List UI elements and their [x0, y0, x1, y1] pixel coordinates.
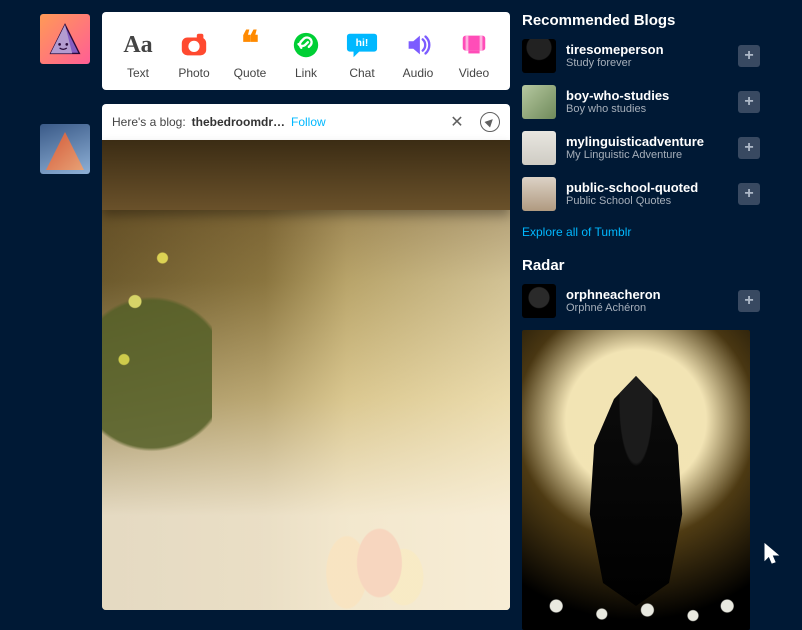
blog-avatar [522, 177, 556, 211]
link-icon [289, 28, 323, 62]
camera-icon [177, 28, 211, 62]
post-intro: Here's a blog: [112, 115, 186, 129]
compose-label: Audio [403, 66, 434, 80]
compose-quote[interactable]: ❝ Quote [224, 28, 276, 80]
compose-text[interactable]: Aa Text [112, 28, 164, 80]
blog-avatar [522, 284, 556, 318]
recommended-blog-row[interactable]: mylinguisticadventure My Linguistic Adve… [522, 131, 760, 165]
recommended-blog-row[interactable]: boy-who-studies Boy who studies + [522, 85, 760, 119]
blog-name: boy-who-studies [566, 88, 728, 104]
audio-icon [401, 28, 435, 62]
blog-name: orphneacheron [566, 287, 728, 303]
explore-icon[interactable] [480, 112, 500, 132]
radar-blog-row[interactable]: orphneacheron Orphné Achéron + [522, 284, 760, 318]
compose-audio[interactable]: Audio [392, 28, 444, 80]
compose-bar: Aa Text Photo ❝ Quote Link [102, 12, 510, 90]
text-icon: Aa [121, 28, 155, 62]
post-blog-name[interactable]: thebedroomdr… [192, 115, 285, 129]
svg-text:hi!: hi! [356, 38, 369, 49]
compose-chat[interactable]: hi! Chat [336, 28, 388, 80]
compose-label: Video [459, 66, 489, 80]
radar-image[interactable] [522, 330, 750, 630]
compose-label: Quote [234, 66, 267, 80]
follow-button[interactable]: + [738, 45, 760, 67]
dismiss-icon[interactable]: ✕ [448, 112, 466, 132]
blog-desc: Orphné Achéron [566, 302, 728, 315]
blog-avatar [522, 85, 556, 119]
blog-desc: Boy who studies [566, 103, 728, 116]
compose-label: Text [127, 66, 149, 80]
recommended-blogs-title: Recommended Blogs [522, 12, 760, 29]
follow-button[interactable]: + [738, 290, 760, 312]
recommended-blog-row[interactable]: public-school-quoted Public School Quote… [522, 177, 760, 211]
compose-label: Photo [178, 66, 209, 80]
follow-button[interactable]: + [738, 183, 760, 205]
video-icon [457, 28, 491, 62]
post-image[interactable] [102, 140, 510, 610]
compose-label: Link [295, 66, 317, 80]
blog-desc: Public School Quotes [566, 195, 728, 208]
recommended-blog-row[interactable]: tiresomeperson Study forever + [522, 39, 760, 73]
blog-name: public-school-quoted [566, 180, 728, 196]
radar-title: Radar [522, 257, 760, 274]
compose-label: Chat [349, 66, 374, 80]
blog-name: tiresomeperson [566, 42, 728, 58]
compose-link[interactable]: Link [280, 28, 332, 80]
chat-icon: hi! [345, 28, 379, 62]
blog-desc: Study forever [566, 57, 728, 70]
quote-icon: ❝ [233, 28, 267, 62]
blog-avatar [522, 131, 556, 165]
blog-avatar [522, 39, 556, 73]
follow-button[interactable]: + [738, 91, 760, 113]
post-header: Here's a blog: thebedroomdr… Follow ✕ [102, 104, 510, 140]
post-card: Here's a blog: thebedroomdr… Follow ✕ [102, 104, 510, 610]
blog-name: mylinguisticadventure [566, 134, 728, 150]
explore-all-link[interactable]: Explore all of Tumblr [522, 225, 631, 239]
follow-button[interactable]: + [738, 137, 760, 159]
compose-photo[interactable]: Photo [168, 28, 220, 80]
follow-link[interactable]: Follow [291, 115, 326, 129]
pyramid-icon [47, 21, 83, 57]
post-author-avatar[interactable] [40, 124, 90, 174]
compose-video[interactable]: Video [448, 28, 500, 80]
dashboard-avatar[interactable] [40, 14, 90, 64]
blog-desc: My Linguistic Adventure [566, 149, 728, 162]
